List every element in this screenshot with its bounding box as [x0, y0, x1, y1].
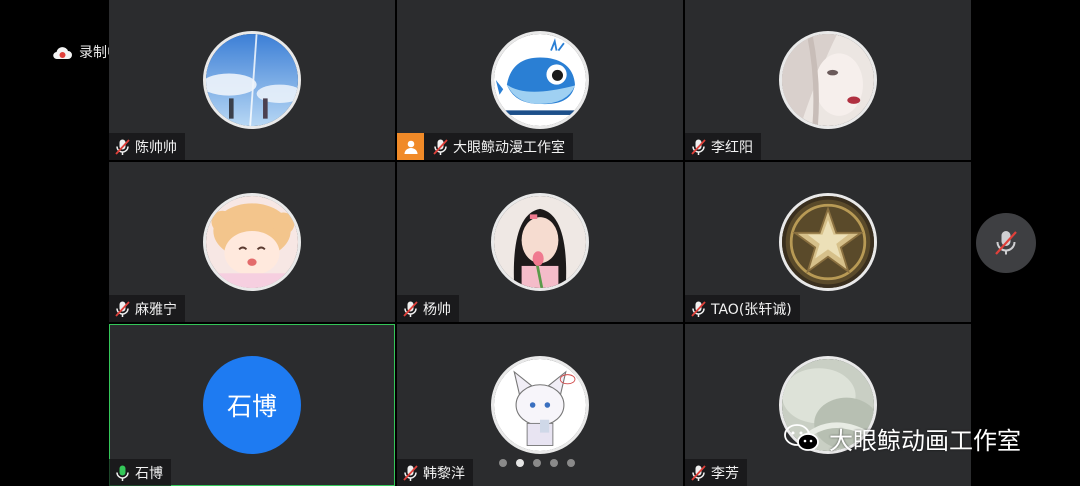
participant-name: 韩黎洋: [423, 465, 465, 482]
text-avatar: 石博: [203, 356, 301, 454]
video-grid: 陈帅帅 大眼鲸动漫工作室 李红阳 麻雅宁 杨帅 TAO(张轩诚) 石博 石博 韩…: [109, 0, 971, 486]
avatar: [203, 31, 301, 129]
mic-off-icon: [995, 231, 1017, 255]
watermark: 大眼鲸动画工作室: [783, 420, 1021, 456]
mic-muted-icon: [403, 300, 418, 317]
avatar: [203, 193, 301, 291]
participant-tile-9[interactable]: 李芳: [685, 324, 971, 486]
name-tag: 李芳: [685, 459, 747, 486]
avatar: [491, 31, 589, 129]
wechat-icon: [784, 424, 819, 451]
page-dot[interactable]: [499, 459, 507, 467]
name-tag: 石博: [109, 459, 171, 486]
participant-tile-1[interactable]: 陈帅帅: [109, 0, 395, 160]
mic-muted-icon: [691, 300, 706, 317]
participant-tile-3[interactable]: 李红阳: [685, 0, 971, 160]
name-tag: 韩黎洋: [397, 459, 473, 486]
avatar: [779, 193, 877, 291]
mic-muted-icon: [433, 138, 448, 155]
participant-name: 大眼鲸动漫工作室: [453, 139, 565, 156]
participant-tile-4[interactable]: 麻雅宁: [109, 162, 395, 322]
participant-name: 麻雅宁: [135, 301, 177, 318]
name-tag: 杨帅: [397, 295, 459, 322]
mic-muted-icon: [115, 138, 130, 155]
mic-muted-icon: [115, 300, 130, 317]
name-tag: 大眼鲸动漫工作室: [397, 133, 573, 160]
avatar: [491, 193, 589, 291]
mic-active-icon: [116, 465, 129, 481]
cloud-recording-icon: [52, 45, 72, 60]
page-indicator[interactable]: [499, 459, 575, 467]
participant-name: 杨帅: [423, 301, 451, 318]
mic-muted-icon: [403, 464, 418, 481]
participant-name: 陈帅帅: [135, 139, 177, 156]
participant-name: TAO(张轩诚): [711, 301, 792, 318]
name-tag: 李红阳: [685, 133, 761, 160]
mic-muted-icon: [691, 464, 706, 481]
page-dot[interactable]: [550, 459, 558, 467]
mute-toggle-button[interactable]: [976, 213, 1036, 273]
page-dot[interactable]: [533, 459, 541, 467]
avatar: [779, 31, 877, 129]
participant-name: 石博: [135, 465, 163, 482]
page-dot-active[interactable]: [516, 459, 524, 467]
name-tag: 麻雅宁: [109, 295, 185, 322]
avatar: [491, 356, 589, 454]
participant-name: 李红阳: [711, 139, 753, 156]
mic-muted-icon: [691, 138, 706, 155]
name-tag: 陈帅帅: [109, 133, 185, 160]
page-dot[interactable]: [567, 459, 575, 467]
host-person-icon: [397, 133, 424, 160]
participant-tile-2[interactable]: 大眼鲸动漫工作室: [397, 0, 683, 160]
name-tag: TAO(张轩诚): [685, 295, 800, 322]
participant-tile-7-active-speaker[interactable]: 石博 石博: [109, 324, 395, 486]
participant-tile-5[interactable]: 杨帅: [397, 162, 683, 322]
participant-name: 李芳: [711, 465, 739, 482]
watermark-text: 大眼鲸动画工作室: [829, 426, 1021, 455]
participant-tile-6[interactable]: TAO(张轩诚): [685, 162, 971, 322]
